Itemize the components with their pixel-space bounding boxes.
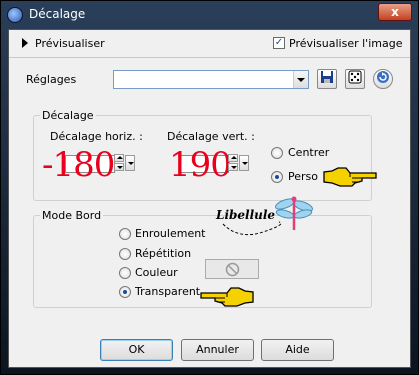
color-radio-label[interactable]: Couleur — [135, 266, 178, 279]
dice-icon — [348, 70, 362, 84]
window-title: Décalage — [29, 7, 86, 21]
random-button[interactable] — [345, 69, 365, 89]
preview-label[interactable]: Prévisualiser — [35, 37, 105, 50]
reset-button[interactable] — [373, 69, 393, 89]
presets-label: Réglages — [26, 73, 77, 86]
no-color-icon — [225, 262, 240, 277]
horiz-spin-up[interactable] — [114, 154, 124, 162]
vert-spin-up[interactable] — [228, 154, 238, 162]
edge-mode-group-label: Mode Bord — [42, 209, 102, 222]
custom-radio[interactable] — [271, 171, 283, 183]
repeat-radio-label[interactable]: Répétition — [135, 247, 191, 260]
horiz-spin-down[interactable] — [114, 163, 124, 171]
preview-row: Prévisualiser ✓ Prévisualiser l'image — [9, 30, 410, 58]
ok-button[interactable]: OK — [100, 339, 173, 361]
app-icon — [7, 7, 23, 23]
custom-radio-label[interactable]: Perso — [288, 170, 318, 183]
horiz-offset-value: -180 — [42, 145, 115, 185]
dragonfly-icon — [222, 196, 313, 236]
pointing-hand-icon — [200, 287, 254, 307]
vert-dropdown[interactable] — [239, 155, 249, 171]
dialog-client-area: Prévisualiser ✓ Prévisualiser l'image Ré… — [8, 29, 411, 368]
preview-checkbox[interactable]: ✓ — [273, 37, 285, 49]
dialog-window: Décalage x Prévisualiser ✓ Prévisualiser… — [0, 0, 419, 375]
transparent-radio[interactable] — [119, 286, 131, 298]
transparent-radio-label[interactable]: Transparent — [135, 285, 200, 298]
expand-arrow-icon[interactable] — [22, 38, 28, 48]
center-radio[interactable] — [271, 147, 283, 159]
cancel-button[interactable]: Annuler — [181, 339, 254, 361]
help-button[interactable]: Aide — [261, 339, 334, 361]
color-swatch[interactable] — [205, 259, 259, 279]
close-button[interactable]: x — [378, 3, 412, 21]
vert-offset-label: Décalage vert. : — [167, 130, 255, 143]
horiz-offset-label: Décalage horiz. : — [50, 130, 143, 143]
reset-icon — [377, 71, 389, 83]
save-preset-button[interactable] — [317, 69, 337, 89]
pointing-hand-icon — [323, 167, 377, 187]
vert-offset-value: 190 — [169, 145, 232, 185]
vert-spin-down[interactable] — [228, 163, 238, 171]
center-radio-label[interactable]: Centrer — [288, 146, 329, 159]
preview-image-label[interactable]: Prévisualiser l'image — [289, 37, 402, 50]
title-bar: Décalage x — [1, 1, 418, 29]
offset-group-label: Décalage — [42, 109, 94, 122]
color-radio[interactable] — [119, 267, 131, 279]
chevron-down-icon[interactable] — [293, 71, 308, 88]
presets-combo[interactable] — [113, 70, 309, 89]
repeat-radio[interactable] — [119, 248, 131, 260]
save-icon — [321, 71, 333, 83]
horiz-dropdown[interactable] — [125, 155, 135, 171]
wrap-radio[interactable] — [119, 228, 131, 240]
wrap-radio-label[interactable]: Enroulement — [135, 227, 206, 240]
